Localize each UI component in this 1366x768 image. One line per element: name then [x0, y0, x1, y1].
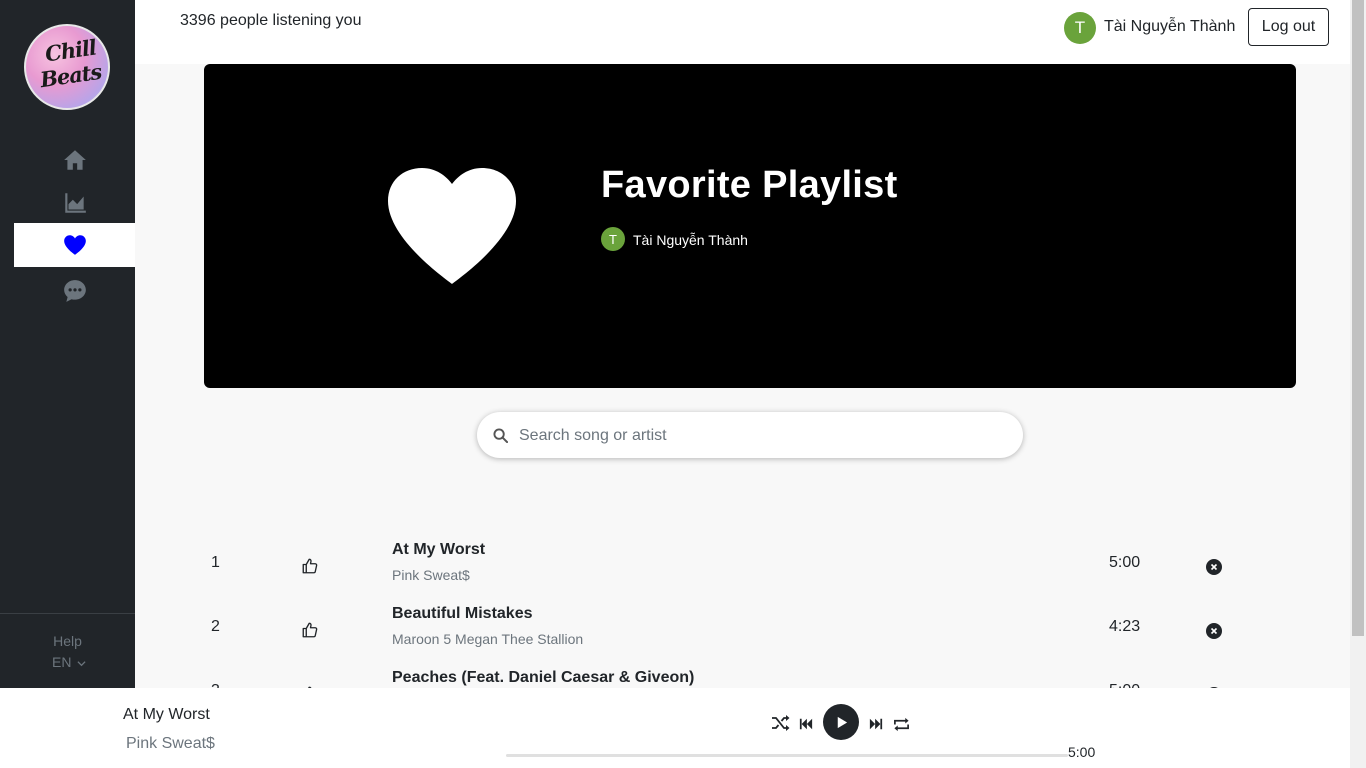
user-name[interactable]: Tài Nguyễn Thành [1104, 18, 1235, 36]
now-playing-title: At My Worst [123, 706, 210, 723]
next-button[interactable] [868, 716, 884, 732]
shuffle-button[interactable] [771, 714, 791, 732]
owner-name: Tài Nguyễn Thành [633, 232, 748, 248]
play-icon [837, 716, 847, 728]
search-bar [477, 412, 1023, 458]
sidebar: Chill Beats Help EN [0, 0, 135, 688]
heart-icon [63, 235, 86, 255]
song-artist: Pink Sweat$ [392, 567, 470, 583]
chat-icon [63, 280, 86, 302]
chill-beats-logo[interactable]: Chill Beats [24, 24, 110, 110]
song-title: At My Worst [392, 541, 486, 558]
progress-bar[interactable] [506, 754, 1068, 757]
thumbs-up-icon[interactable] [301, 621, 319, 639]
owner-avatar: T [601, 227, 625, 251]
play-button[interactable] [823, 704, 859, 740]
song-title: Peaches (Feat. Daniel Caesar & Giveon) [392, 669, 695, 686]
playlist-header: Favorite Playlist T Tài Nguyễn Thành [204, 64, 1296, 388]
language-label: EN [52, 654, 72, 670]
chart-icon [64, 193, 86, 213]
song-title: Beautiful Mistakes [392, 605, 533, 622]
previous-button[interactable] [798, 716, 814, 732]
avatar[interactable]: T [1064, 12, 1096, 44]
nav-favorites[interactable] [14, 223, 135, 267]
logout-button[interactable]: Log out [1248, 8, 1329, 46]
player-bar: At My Worst Pink Sweat$ 5:00 [0, 688, 1350, 768]
heart-icon [388, 168, 516, 284]
page-title: Favorite Playlist [601, 164, 898, 206]
search-input[interactable] [517, 420, 1001, 452]
nav-home[interactable] [14, 138, 135, 182]
song-index: 2 [211, 618, 220, 635]
remove-icon[interactable] [1206, 623, 1222, 639]
song-row[interactable]: 1 At My Worst Pink Sweat$ 5:00 [135, 536, 1350, 600]
home-icon [63, 150, 86, 170]
listeners-count: 3396 people listening you [180, 12, 362, 29]
repeat-icon [894, 717, 909, 731]
sidebar-divider [0, 613, 135, 614]
song-artist: Maroon 5 Megan Thee Stallion [392, 631, 584, 647]
song-duration: 5:00 [1109, 554, 1141, 571]
shuffle-icon [772, 715, 790, 731]
repeat-button[interactable] [892, 715, 911, 733]
total-time: 5:00 [1068, 744, 1096, 760]
song-row[interactable]: 2 Beautiful Mistakes Maroon 5 Megan Thee… [135, 600, 1350, 664]
remove-icon[interactable] [1206, 559, 1222, 575]
top-bar: 3396 people listening you T Tài Nguyễn T… [135, 0, 1350, 64]
thumbs-up-icon[interactable] [301, 557, 319, 575]
search-icon [493, 428, 508, 443]
help-link[interactable]: Help [0, 633, 135, 649]
skip-back-icon [799, 718, 813, 730]
chevron-down-icon [77, 661, 86, 667]
nav-chat[interactable] [14, 269, 135, 313]
language-select[interactable]: EN [52, 654, 86, 670]
nav-statistics[interactable] [14, 181, 135, 225]
now-playing-artist: Pink Sweat$ [126, 735, 215, 752]
song-duration: 4:23 [1109, 618, 1141, 635]
song-index: 1 [211, 554, 220, 571]
scrollbar-thumb[interactable] [1352, 0, 1364, 636]
skip-forward-icon [869, 718, 883, 730]
